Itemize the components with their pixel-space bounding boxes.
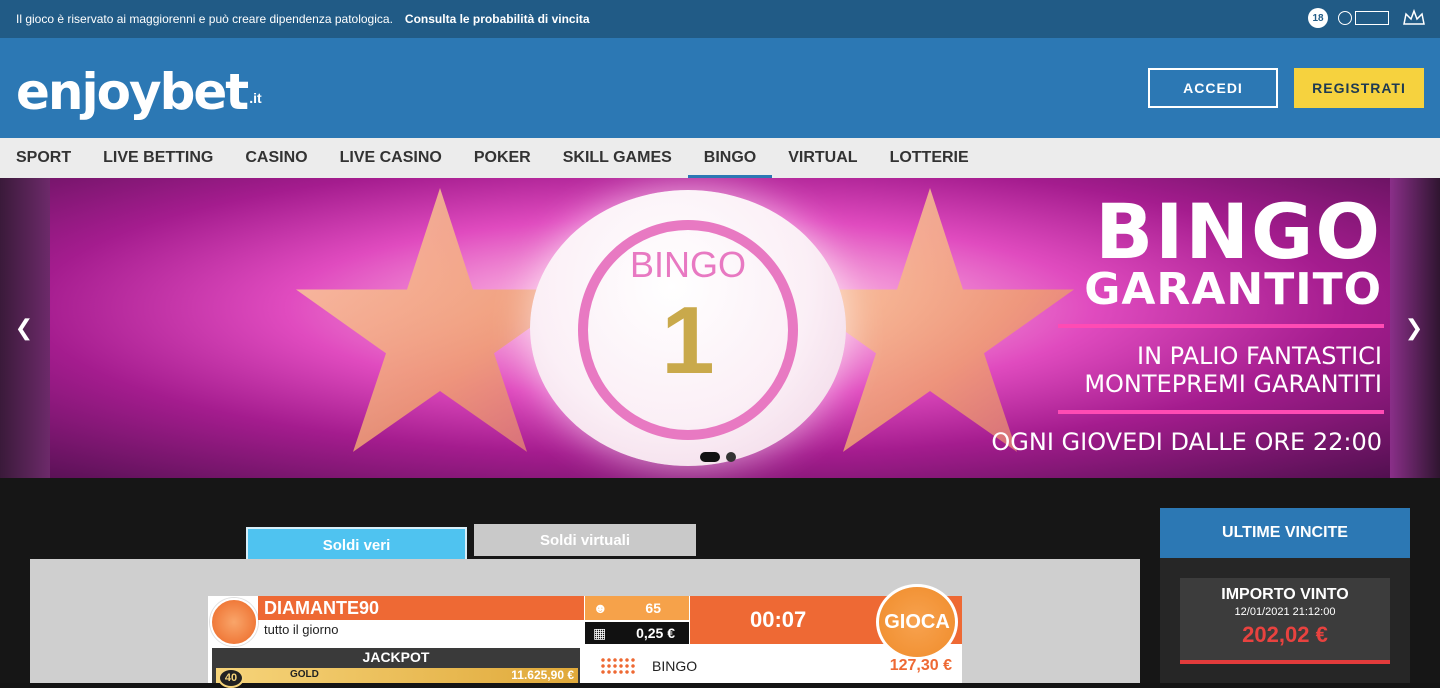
banner-text-line2: MONTEPREMI GARANTITI <box>1084 370 1382 398</box>
nav-item-sport[interactable]: SPORT <box>0 138 87 178</box>
nav-item-virtual[interactable]: VIRTUAL <box>772 138 873 178</box>
carousel-dot-1[interactable] <box>700 452 720 462</box>
logo-tld: .it <box>249 90 262 106</box>
hero-banner[interactable]: BINGO 1 BINGO GARANTITO IN PALIO FANTAST… <box>0 178 1440 478</box>
bingo-ball-number: 1 <box>661 287 715 394</box>
banner-title: BINGO <box>1095 187 1382 276</box>
bingo-ball-text: BINGO <box>629 244 746 285</box>
nav-item-casino[interactable]: CASINO <box>229 138 323 178</box>
players-icon: ☻ <box>593 600 608 616</box>
ticket-icon: ▦ <box>593 624 607 641</box>
banner-text-line1: IN PALIO FANTASTICI <box>1137 342 1382 370</box>
main-nav: SPORT LIVE BETTING CASINO LIVE CASINO PO… <box>0 138 1440 178</box>
diamond-icon <box>210 598 258 646</box>
responsible-gaming-bar: Il gioco è riservato ai maggiorenni e pu… <box>0 0 1440 38</box>
ministry-crest-icon <box>1403 8 1425 25</box>
banner-subtitle: GARANTITO <box>1084 264 1382 315</box>
latest-wins-panel: ULTIME VINCITE IMPORTO VINTO 12/01/2021 … <box>1160 508 1410 683</box>
nav-item-poker[interactable]: POKER <box>458 138 547 178</box>
card-price: ▦ 0,25 € <box>585 622 689 644</box>
game-card: DIAMANTE90 tutto il giorno ☻ 65 ▦ 0,25 €… <box>208 584 962 688</box>
nav-item-lotterie[interactable]: LOTTERIE <box>874 138 985 178</box>
chevron-right-icon[interactable]: ❯ <box>1404 315 1424 340</box>
win-label: IMPORTO VINTO <box>1221 586 1349 603</box>
carousel-dot-2[interactable] <box>726 452 736 462</box>
bingo-lobby: Soldi veri Soldi virtuali DIAMANTE90 tut… <box>0 478 1440 688</box>
nav-item-bingo[interactable]: BINGO <box>687 138 773 178</box>
tab-virtual-money[interactable]: Soldi virtuali <box>474 524 696 556</box>
enjoybet-logo[interactable]: enjoybet .it <box>16 52 262 122</box>
prize-value: 127,30 € <box>889 656 952 674</box>
win-amount: 202,02 € <box>1242 622 1328 647</box>
nav-item-live-betting[interactable]: LIVE BETTING <box>87 138 229 178</box>
odds-link[interactable]: Consulta le probabilità di vincita <box>405 12 590 26</box>
register-button[interactable]: REGISTRATI <box>1294 68 1424 108</box>
game-schedule: tutto il giorno <box>264 622 339 637</box>
banner-schedule: OGNI GIOVEDI DALLE ORE 22:00 <box>991 428 1382 456</box>
jackpot-level-badge: 40 <box>218 668 244 688</box>
players-count: ☻ 65 <box>585 596 689 620</box>
game-name: DIAMANTE90 <box>258 596 584 620</box>
prize-row: BINGO 127,30 € <box>594 648 962 683</box>
carousel-dots <box>700 452 736 462</box>
tab-real-money[interactable]: Soldi veri <box>246 527 467 561</box>
win-card: IMPORTO VINTO 12/01/2021 21:12:00 202,02… <box>1180 578 1390 664</box>
disclaimer-text: Il gioco è riservato ai maggiorenni e pu… <box>16 12 393 26</box>
banner-divider <box>1058 324 1384 328</box>
jackpot-box: JACKPOT 40 GOLD 11.625,90 € <box>212 648 580 688</box>
card-price-value: 0,25 € <box>636 625 675 641</box>
login-button[interactable]: ACCEDI <box>1148 68 1278 108</box>
nav-item-skill-games[interactable]: SKILL GAMES <box>547 138 688 178</box>
age-18-icon: 18 <box>1308 8 1328 28</box>
chevron-left-icon[interactable]: ❮ <box>14 315 34 340</box>
logo-brand: enjoybet <box>16 63 249 121</box>
nav-item-live-casino[interactable]: LIVE CASINO <box>324 138 458 178</box>
players-value: 65 <box>645 600 661 616</box>
jackpot-amount: 11.625,90 € <box>511 668 574 682</box>
banner-divider <box>1058 410 1384 414</box>
prize-label: BINGO <box>652 657 698 674</box>
latest-wins-title: ULTIME VINCITE <box>1160 508 1410 558</box>
bingo-grid-icon <box>600 656 636 675</box>
win-date: 12/01/2021 21:12:00 <box>1234 606 1336 618</box>
regulator-badges: 18 <box>1308 8 1426 28</box>
adm-logo-icon <box>1338 8 1392 28</box>
site-header: enjoybet .it ACCEDI REGISTRATI <box>0 38 1440 138</box>
jackpot-title: JACKPOT <box>362 649 430 665</box>
jackpot-tier: GOLD <box>290 669 319 680</box>
